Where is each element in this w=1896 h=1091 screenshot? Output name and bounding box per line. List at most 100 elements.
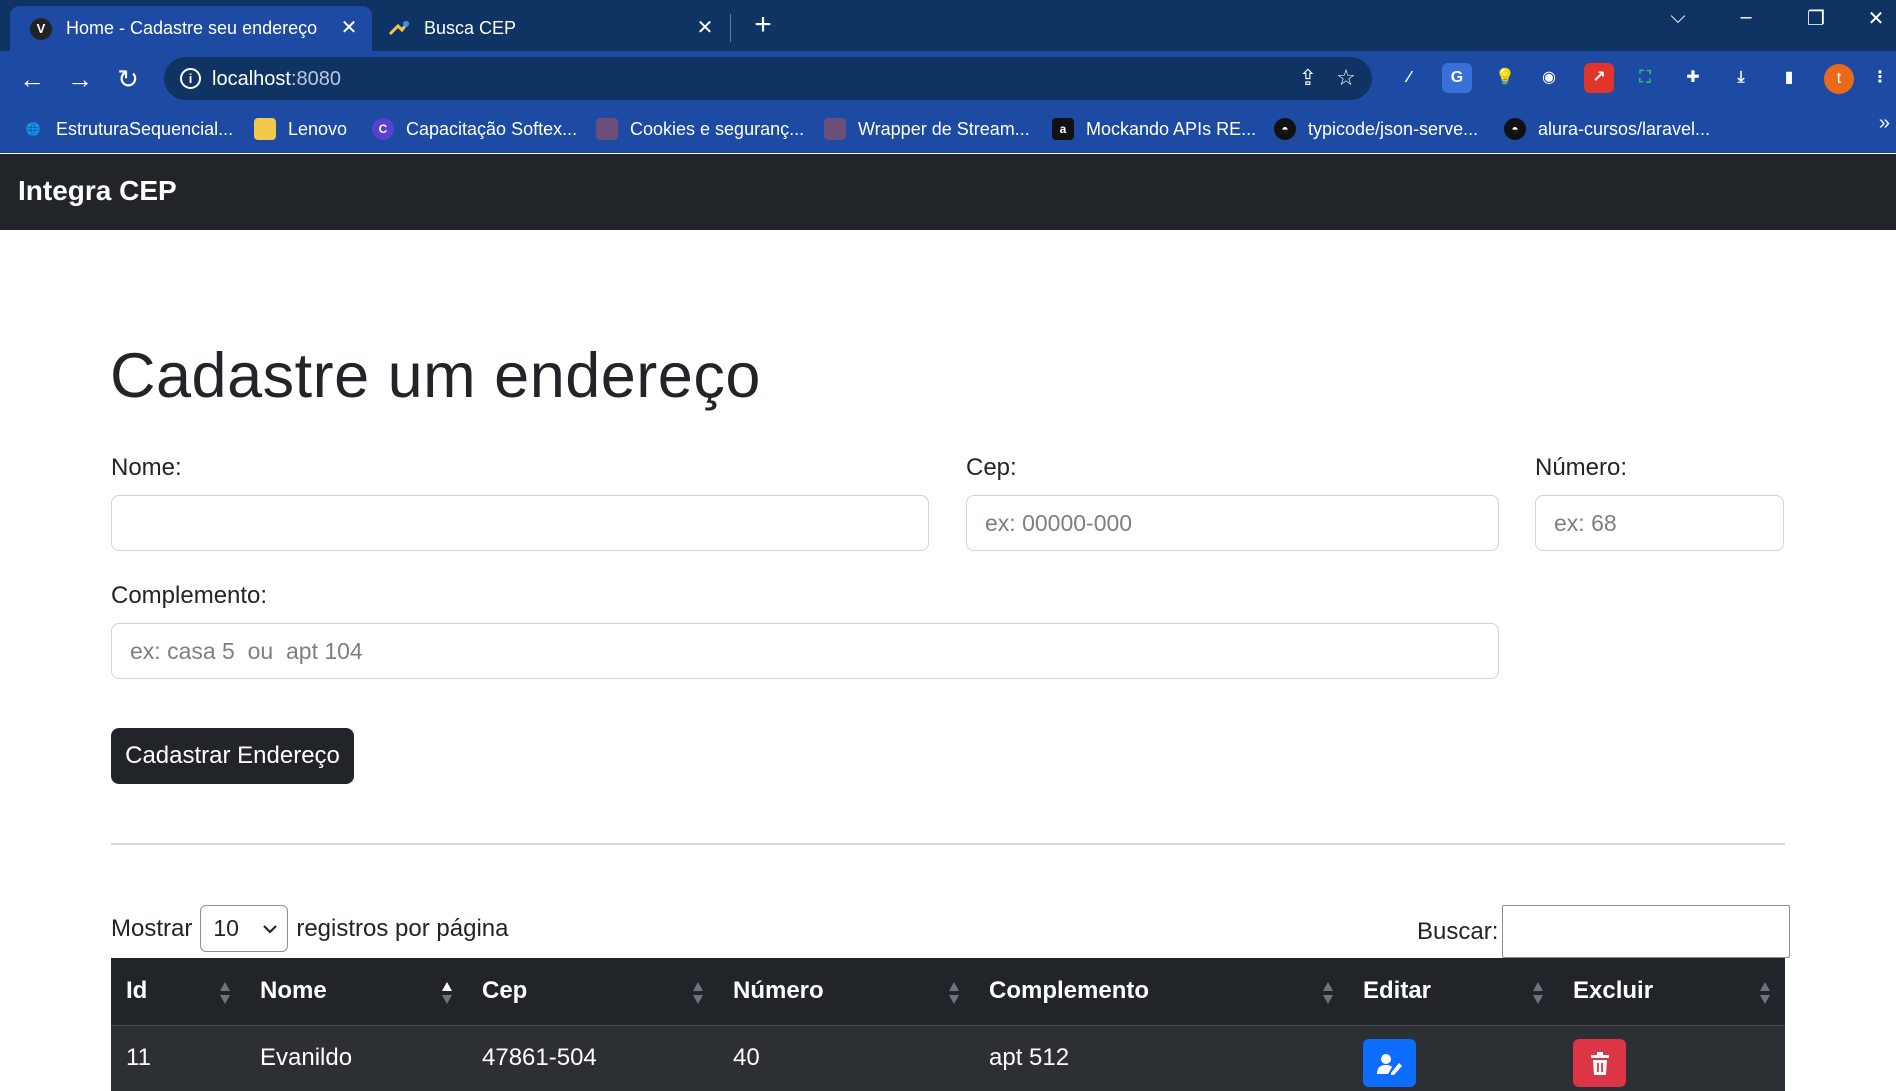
show-suffix-label: registros por página [296,914,509,942]
column-header-excluir[interactable]: Excluir [1558,958,1785,1026]
extension-arrow-icon[interactable]: ↗ [1584,63,1614,93]
cell-editar [1348,1025,1558,1091]
close-tab-icon[interactable]: ✕ [694,17,716,39]
cell-id: 11 [111,1025,245,1091]
bookmarks-bar: 🌐 EstruturaSequencial... Lenovo C Capaci… [0,106,1896,153]
browser-tabstrip: V Home - Cadastre seu endereço ✕ Busca C… [0,0,1896,51]
back-arrow-icon[interactable]: ← [16,63,48,95]
forward-arrow-icon[interactable]: → [64,63,96,95]
app-navbar: Integra CEP [0,154,1896,230]
vue-app-favicon-icon: V [30,17,52,40]
extension-screenshot-icon[interactable]: ⛶ [1630,63,1660,93]
extensions-puzzle-icon[interactable]: ✚ [1678,63,1708,93]
minimize-icon[interactable]: – [1726,6,1766,29]
sort-icon [1533,982,1543,1004]
column-header-id[interactable]: Id [111,958,245,1026]
new-tab-icon[interactable]: + [748,10,778,40]
reload-icon[interactable]: ↻ [112,63,144,95]
extension-translate-icon[interactable]: G [1442,63,1472,93]
restore-icon[interactable]: ❐ [1796,6,1836,31]
side-panel-icon[interactable]: ▮ [1774,63,1804,93]
bookmark-folder[interactable]: Lenovo [254,116,347,142]
addresses-table: Id Nome Cep Número Complemento Editar Ex… [111,958,1785,1091]
site-info-icon[interactable]: i [180,68,201,89]
cell-cep: 47861-504 [467,1025,718,1091]
table-row: 11 Evanildo 47861-504 40 apt 512 [111,1025,1785,1091]
profile-avatar[interactable]: t [1824,64,1854,94]
busca-cep-favicon-icon [388,18,410,40]
page-length-select[interactable]: 10 [200,905,289,952]
table-search-input[interactable] [1502,905,1791,958]
bookmark-item[interactable]: C Capacitação Softex... [372,116,577,142]
bookmark-item[interactable]: Cookies e seguranç... [596,116,804,142]
bookmark-item[interactable]: 🌐 EstruturaSequencial... [22,116,234,142]
numero-label: Número: [1535,454,1628,481]
divider [111,843,1785,845]
sort-icon [1760,982,1770,1004]
cep-label: Cep: [966,454,1017,481]
extension-circle-icon[interactable]: ◉ [1534,63,1564,93]
browser-menu-icon[interactable]: ⋮ [1870,63,1890,93]
bookmark-item[interactable]: ◓ alura-cursos/laravel... [1504,116,1710,142]
nome-label: Nome: [111,454,182,481]
table-header-row: Id Nome Cep Número Complemento Editar Ex… [111,958,1785,1026]
sort-icon [220,982,230,1004]
bookmark-item[interactable]: a Mockando APIs RE... [1052,116,1256,142]
page-title: Cadastre um endereço [110,341,761,411]
brand-link[interactable]: Integra CEP [18,175,177,207]
bookmark-item[interactable]: ◓ typicode/json-serve... [1274,116,1478,142]
browser-toolbar: ← → ↻ i localhost:8080 ⇪ ☆ ⁄ G 💡 ◉ ↗ ⛶ ✚… [0,51,1896,106]
github-icon: ◓ [1504,118,1526,140]
a-letter-icon: a [1052,118,1074,140]
tab-search-chevron-icon[interactable]: ⌵ [1658,6,1698,29]
sort-icon [949,982,959,1004]
sort-ascending-icon [442,982,452,1004]
bookmarks-overflow-icon[interactable]: » [1879,112,1890,135]
cell-nome: Evanildo [245,1025,467,1091]
nome-input[interactable] [111,495,929,551]
search-label: Buscar: [1417,917,1499,945]
address-bar[interactable]: i localhost:8080 ⇪ ☆ [164,57,1372,100]
column-header-numero[interactable]: Número [718,958,974,1026]
github-icon: ◓ [1274,118,1296,140]
extension-eyedropper-icon[interactable]: ⁄ [1394,63,1424,93]
table-search-control: Buscar: [1417,905,1791,958]
column-header-cep[interactable]: Cep [467,958,718,1026]
delete-button[interactable] [1573,1039,1626,1088]
cep-input[interactable] [966,495,1499,551]
column-header-editar[interactable]: Editar [1348,958,1558,1026]
extension-bulb-icon[interactable]: 💡 [1490,63,1520,93]
cadastrar-endereco-button[interactable]: Cadastrar Endereço [111,728,354,784]
share-icon[interactable]: ⇪ [1294,65,1322,91]
tab-busca-cep[interactable]: Busca CEP ✕ [378,6,728,51]
numero-input[interactable] [1535,495,1784,551]
user-edit-icon [1376,1053,1402,1075]
bookmark-item[interactable]: Wrapper de Stream... [824,116,1030,142]
url-text[interactable]: localhost:8080 [212,68,341,91]
complemento-input[interactable] [111,623,1499,679]
column-header-complemento[interactable]: Complemento [974,958,1348,1026]
trash-icon [1590,1051,1609,1075]
globe-icon: 🌐 [25,122,41,136]
close-tab-icon[interactable]: ✕ [338,17,360,39]
tab-home[interactable]: V Home - Cadastre seu endereço ✕ [10,6,372,51]
tab-title: Busca CEP [424,18,517,38]
cell-excluir [1558,1025,1785,1091]
sort-icon [1323,982,1333,1004]
bookmark-star-icon[interactable]: ☆ [1332,65,1360,91]
cell-numero: 40 [718,1025,974,1091]
page-thumb-icon [824,118,846,140]
sort-icon [693,982,703,1004]
page-length-control: Mostrar 10 registros por página [111,905,508,952]
close-window-icon[interactable]: ✕ [1856,6,1896,31]
column-header-nome[interactable]: Nome [245,958,467,1026]
page-thumb-icon [596,118,618,140]
folder-icon [254,118,276,140]
complemento-label: Complemento: [111,582,268,609]
download-icon[interactable]: ⤓ [1726,63,1756,93]
cell-complemento: apt 512 [974,1025,1348,1091]
tab-title: Home - Cadastre seu endereço [66,18,318,38]
tab-separator [730,14,731,42]
show-prefix-label: Mostrar [111,914,193,942]
edit-button[interactable] [1363,1039,1416,1088]
